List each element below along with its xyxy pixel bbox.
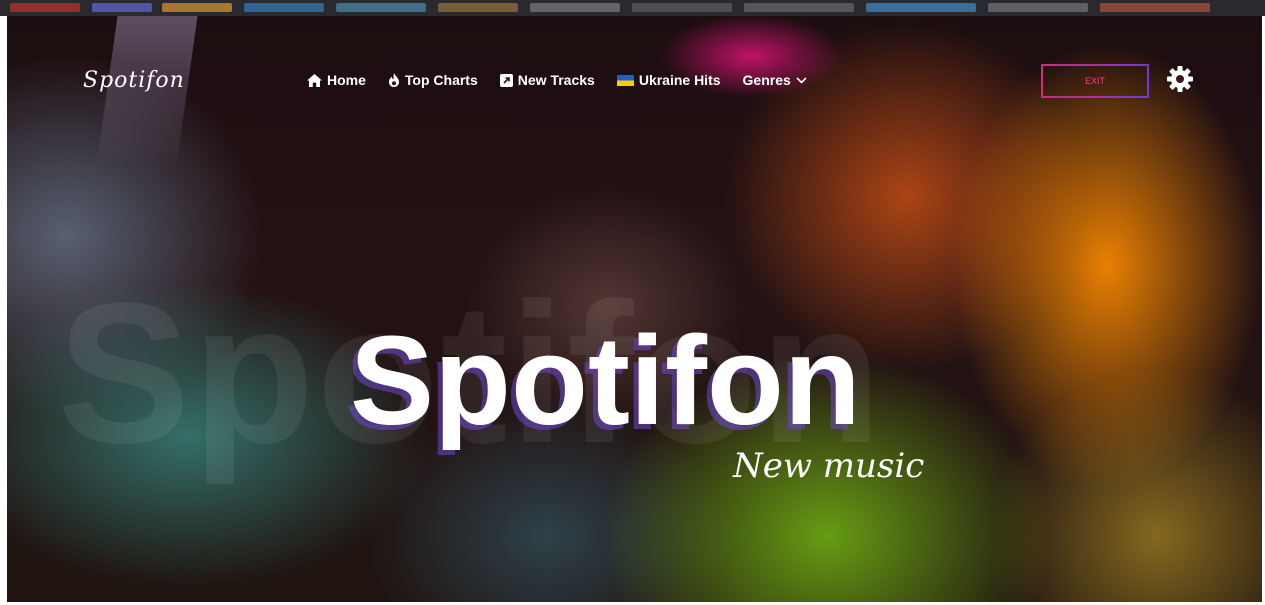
browser-bookmarks-bar — [0, 0, 1265, 16]
fire-icon — [388, 73, 400, 87]
gear-icon[interactable] — [1167, 66, 1193, 92]
nav-label-home: Home — [327, 72, 366, 88]
bookmark-item[interactable] — [744, 3, 854, 12]
ukraine-flag-icon — [616, 74, 634, 86]
nav-item-top-charts[interactable]: Top Charts — [388, 72, 478, 88]
bookmark-item[interactable] — [438, 3, 518, 12]
exit-button[interactable]: EXIT — [1041, 64, 1149, 98]
bookmark-item[interactable] — [336, 3, 426, 12]
nav-label-top-charts: Top Charts — [404, 72, 478, 88]
home-icon — [307, 73, 322, 87]
nav-item-new-tracks[interactable]: New Tracks — [499, 72, 595, 88]
main-nav: Home Top Charts New Tracks Ukraine Hits … — [307, 72, 807, 88]
nav-label-ukraine-hits: Ukraine Hits — [638, 72, 721, 88]
bookmark-item[interactable] — [988, 3, 1088, 12]
hero-subtitle: New music — [733, 446, 925, 486]
nav-label-genres: Genres — [742, 72, 791, 88]
chevron-down-icon — [796, 76, 807, 84]
nav-item-genres[interactable]: Genres — [743, 72, 807, 88]
external-link-icon — [499, 73, 513, 87]
bookmark-item[interactable] — [244, 3, 324, 12]
site-logo[interactable]: Spotifon — [83, 68, 185, 93]
bookmark-item[interactable] — [530, 3, 620, 12]
hero-title: Spotifon — [350, 310, 861, 451]
bookmark-item[interactable] — [162, 3, 232, 12]
bookmark-item[interactable] — [632, 3, 732, 12]
hero-banner: Spotifon Spotifon Home Top Charts New Tr… — [7, 16, 1262, 602]
nav-label-new-tracks: New Tracks — [517, 72, 595, 88]
bookmark-item[interactable] — [92, 3, 152, 12]
bookmark-item[interactable] — [10, 3, 80, 12]
bookmark-item[interactable] — [1100, 3, 1210, 12]
nav-item-ukraine-hits[interactable]: Ukraine Hits — [616, 72, 721, 88]
nav-item-home[interactable]: Home — [307, 72, 366, 88]
bookmark-item[interactable] — [866, 3, 976, 12]
